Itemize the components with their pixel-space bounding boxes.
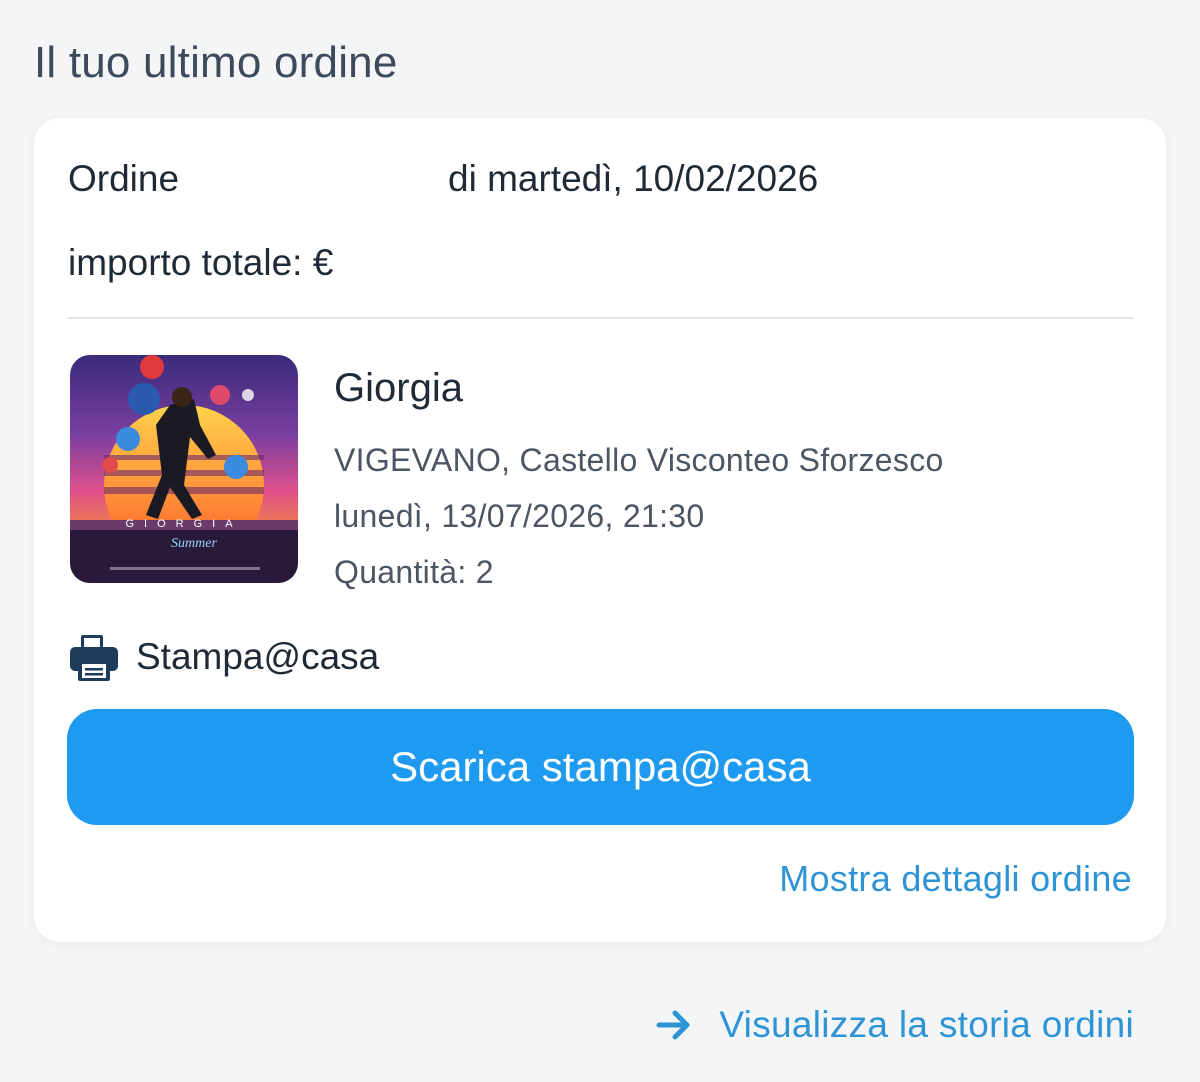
order-total: importo totale: € — [68, 242, 334, 283]
event-venue: VIGEVANO, Castello Visconteo Sforzesco — [334, 442, 944, 478]
arrow-right-icon — [655, 1005, 695, 1045]
event-datetime: lunedì, 13/07/2026, 21:30 — [334, 498, 705, 534]
divider — [68, 317, 1134, 319]
delivery-label: Stampa@casa — [136, 636, 380, 677]
section-title: Il tuo ultimo ordine — [34, 38, 398, 87]
printer-icon — [68, 631, 120, 683]
delivery-method: Stampa@casa — [68, 630, 379, 684]
event-title: Giorgia — [334, 366, 463, 410]
svg-text:Summer: Summer — [171, 536, 217, 551]
order-label: Ordine — [68, 158, 180, 199]
download-stampa-casa-button[interactable]: Scarica stampa@casa — [67, 709, 1134, 825]
order-history-label: Visualizza la storia ordini — [719, 1004, 1134, 1045]
event-quantity: Quantità: 2 — [334, 554, 494, 590]
order-card: Ordine di martedì, 10/02/2026 importo to… — [34, 118, 1166, 942]
order-history-link[interactable]: Visualizza la storia ordini — [655, 1004, 1134, 1046]
show-order-details-link[interactable]: Mostra dettagli ordine — [779, 858, 1132, 900]
svg-text:GIORGIA: GIORGIA — [125, 518, 242, 530]
event-poster-image[interactable]: GIORGIA Summer — [70, 355, 298, 583]
order-date: di martedì, 10/02/2026 — [448, 158, 819, 199]
